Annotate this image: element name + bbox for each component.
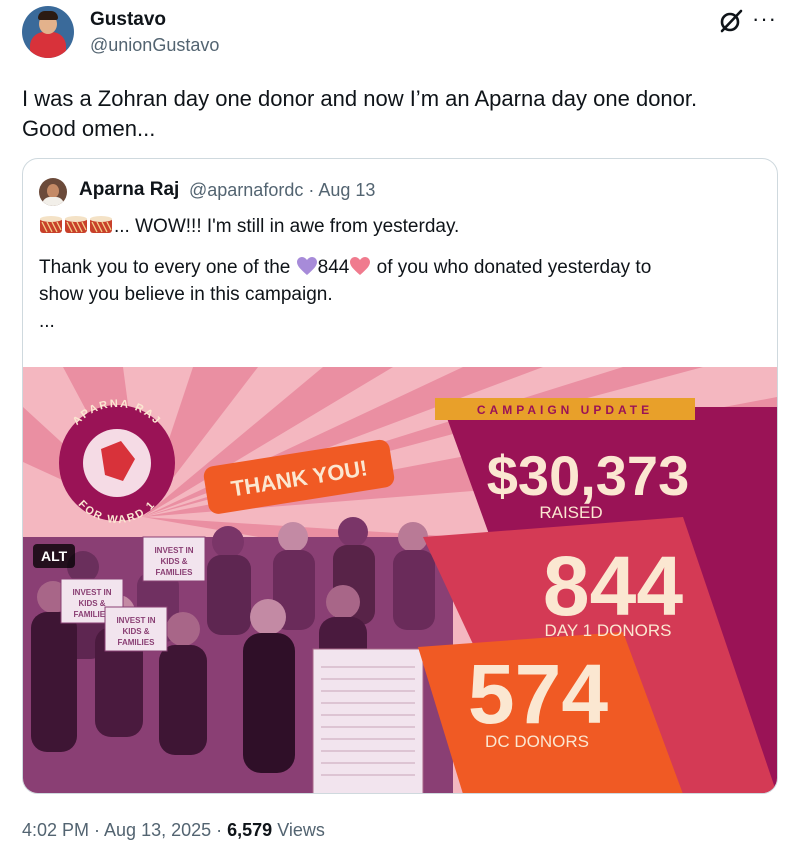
quote-line-1-text: ... WOW!!! I'm still in awe from yesterd… (114, 216, 460, 237)
quote-author-meta[interactable]: @aparnafordc · Aug 13 (189, 180, 375, 201)
drum-emoji-icon (90, 216, 112, 233)
tweet-footer: 4:02 PM · Aug 13, 2025 · 6,579 Views (22, 820, 325, 841)
svg-text:FAMILIES: FAMILIES (156, 568, 194, 577)
author-avatar[interactable] (22, 6, 74, 58)
dc-donors-count: 574 (468, 647, 608, 741)
quoted-tweet[interactable]: Aparna Raj @aparnafordc · Aug 13 ... WOW… (22, 158, 778, 794)
campaign-update-image[interactable]: INVEST IN KIDS & FAMILIES INVEST IN KIDS… (23, 367, 777, 794)
svg-text:KIDS &: KIDS & (122, 627, 149, 636)
views-count: 6,579 (227, 820, 273, 840)
avatar-shirt (30, 32, 66, 58)
drum-emoji-icon (65, 216, 87, 233)
author-handle[interactable]: @unionGustavo (90, 35, 219, 56)
svg-text:INVEST IN: INVEST IN (154, 546, 193, 555)
alt-text-button[interactable]: ALT (33, 544, 76, 568)
grok-icon[interactable] (718, 8, 744, 34)
quote-donor-count: 844 (317, 257, 350, 278)
dc-donors-label: DC DONORS (485, 732, 589, 751)
views-label: Views (272, 820, 325, 840)
quote-avatar-face (47, 184, 59, 198)
author-name[interactable]: Gustavo (90, 9, 166, 31)
svg-text:INVEST IN: INVEST IN (116, 616, 155, 625)
raised-label: RAISED (539, 503, 602, 522)
quote-line-2: Thank you to every one of the 844 of you… (39, 254, 759, 281)
day1-donors-count: 844 (543, 539, 683, 633)
purple-heart-icon (296, 257, 317, 275)
quote-avatar[interactable] (39, 178, 67, 206)
tweet-line-2: Good omen... (22, 116, 156, 141)
quote-line-2-pre: Thank you to every one of the (39, 257, 296, 278)
aparna-raj-badge: APARNA RAJ FOR WARD 1 (59, 398, 175, 526)
ballot-poster (312, 648, 424, 793)
day1-donors-label: DAY 1 DONORS (545, 621, 672, 640)
quote-line-1: ... WOW!!! I'm still in awe from yesterd… (39, 213, 759, 240)
drum-emoji-icon (40, 216, 62, 233)
raised-amount: $30,373 (487, 444, 689, 507)
avatar-hair (38, 11, 58, 20)
quote-avatar-shirt (42, 197, 64, 206)
svg-text:KIDS &: KIDS & (160, 557, 187, 566)
svg-text:FAMILIES: FAMILIES (118, 638, 156, 647)
protest-sign-1: INVEST IN KIDS & FAMILIES (142, 536, 206, 582)
tweet-timestamp[interactable]: 4:02 PM · Aug 13, 2025 · (22, 820, 227, 840)
tweet-line-1: I was a Zohran day one donor and now I’m… (22, 86, 698, 111)
campaign-update-label: CAMPAIGN UPDATE (477, 403, 653, 417)
pink-heart-icon (350, 257, 371, 275)
more-options-icon[interactable]: ··· (752, 6, 777, 32)
quote-text: ... WOW!!! I'm still in awe from yesterd… (39, 213, 759, 335)
svg-text:KIDS &: KIDS & (78, 599, 105, 608)
protest-sign-3: INVEST IN KIDS & FAMILIES (104, 606, 168, 652)
tweet-text: I was a Zohran day one donor and now I’m… (22, 84, 782, 144)
svg-text:INVEST IN: INVEST IN (72, 588, 111, 597)
quote-author-name[interactable]: Aparna Raj (79, 179, 179, 201)
quote-line-3: show you believe in this campaign. (39, 284, 333, 305)
quote-line-2-post: of you who donated yesterday to (371, 257, 652, 278)
quote-line-4: ... (39, 311, 55, 332)
